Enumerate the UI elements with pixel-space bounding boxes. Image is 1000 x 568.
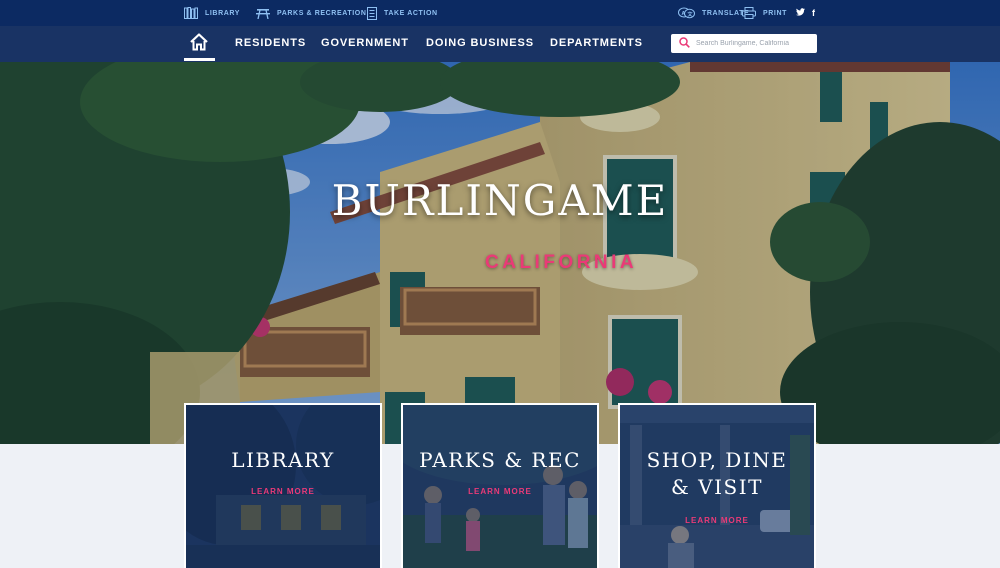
card-shop-dine-visit[interactable]: SHOP, DINE & VISIT LEARN MORE bbox=[618, 403, 816, 568]
search-box[interactable] bbox=[671, 34, 817, 53]
active-indicator bbox=[184, 58, 215, 61]
svg-text:A: A bbox=[682, 11, 686, 17]
print-link-label: PRINT bbox=[763, 9, 787, 17]
card-library[interactable]: LIBRARY LEARN MORE bbox=[184, 403, 382, 568]
twitter-icon bbox=[796, 8, 805, 18]
svg-text:文: 文 bbox=[688, 11, 694, 18]
nav-departments[interactable]: DEPARTMENTS bbox=[550, 26, 643, 60]
facebook-icon: f bbox=[812, 8, 815, 18]
translate-icon: A文 bbox=[678, 7, 695, 19]
card-shop-learn-more[interactable]: LEARN MORE bbox=[620, 516, 814, 525]
home-icon bbox=[189, 32, 209, 56]
parks-recreation-link[interactable]: PARKS & RECREATION bbox=[256, 0, 367, 26]
document-list-icon bbox=[367, 6, 377, 20]
card-shop-title-line2: & VISIT bbox=[671, 475, 763, 499]
nav-government[interactable]: GOVERNMENT bbox=[321, 26, 409, 60]
hero-title: BURLINGAME bbox=[331, 176, 669, 225]
card-parks-rec-learn-more[interactable]: LEARN MORE bbox=[403, 487, 597, 496]
card-shop-title-line1: SHOP, DINE bbox=[646, 448, 788, 472]
search-input[interactable] bbox=[696, 40, 816, 47]
card-library-title: LIBRARY bbox=[231, 448, 335, 472]
card-library-learn-more[interactable]: LEARN MORE bbox=[186, 487, 380, 496]
nav-residents[interactable]: RESIDENTS bbox=[235, 26, 306, 60]
parks-recreation-link-label: PARKS & RECREATION bbox=[277, 9, 367, 17]
search-icon bbox=[671, 35, 690, 53]
nav-doing-business[interactable]: DOING BUSINESS bbox=[426, 26, 534, 60]
facebook-link[interactable]: f bbox=[812, 0, 815, 26]
take-action-link-label: TAKE ACTION bbox=[384, 9, 438, 17]
utility-bar: LIBRARY PARKS & RECREATION TAKE ACTION A… bbox=[0, 0, 1000, 26]
twitter-link[interactable] bbox=[796, 0, 805, 26]
books-icon bbox=[184, 7, 198, 19]
card-parks-rec-title: PARKS & REC bbox=[419, 448, 581, 472]
print-icon bbox=[742, 7, 756, 19]
translate-link[interactable]: A文 TRANSLATE bbox=[678, 0, 749, 26]
hero-banner: BURLINGAME CALIFORNIA bbox=[0, 62, 1000, 444]
home-button[interactable] bbox=[186, 32, 212, 56]
take-action-link[interactable]: TAKE ACTION bbox=[367, 0, 438, 26]
library-link-label: LIBRARY bbox=[205, 9, 241, 17]
picnic-table-icon bbox=[256, 8, 270, 19]
main-navigation: RESIDENTS GOVERNMENT DOING BUSINESS DEPA… bbox=[0, 26, 1000, 62]
print-link[interactable]: PRINT bbox=[742, 0, 787, 26]
library-link[interactable]: LIBRARY bbox=[184, 0, 240, 26]
hero-subtitle: CALIFORNIA bbox=[485, 252, 638, 273]
card-parks-rec[interactable]: PARKS & REC LEARN MORE bbox=[401, 403, 599, 568]
